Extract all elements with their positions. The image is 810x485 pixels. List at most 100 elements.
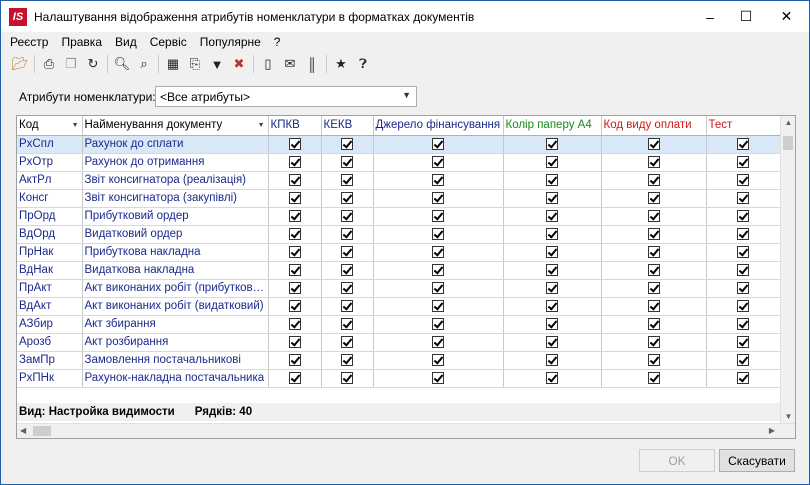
checkbox[interactable]: [647, 173, 660, 186]
help-icon[interactable]: ❓︎: [352, 53, 374, 75]
checkbox[interactable]: [288, 371, 301, 384]
column-header[interactable]: Колір паперу А4: [503, 116, 602, 136]
checkbox[interactable]: [432, 335, 444, 348]
scroll-down-icon[interactable]: ▼: [781, 412, 796, 421]
checkbox[interactable]: [546, 191, 558, 204]
checkbox[interactable]: [546, 263, 558, 276]
horizontal-scroll-thumb[interactable]: [33, 426, 51, 436]
column-header[interactable]: КЕКВ: [321, 116, 374, 136]
checkbox[interactable]: [647, 155, 660, 168]
cell-document-name[interactable]: Звіт консигнатора (закупівлі): [82, 189, 269, 208]
cell-code[interactable]: ЗамПр: [17, 351, 83, 370]
minimize-button[interactable]: –: [692, 1, 728, 32]
cell-code[interactable]: ВдНак: [17, 261, 83, 280]
checkbox[interactable]: [432, 137, 444, 150]
checkbox[interactable]: [341, 173, 353, 186]
cell-document-name[interactable]: Рахунок до отримання: [82, 153, 269, 172]
checkbox[interactable]: [288, 317, 301, 330]
table-row[interactable]: ВдОрд Видатковий ордер: [17, 225, 781, 244]
checkbox[interactable]: [341, 353, 353, 366]
table-row[interactable]: ВдАкт Акт виконаних робіт (видатковий): [17, 297, 781, 316]
checkbox[interactable]: [432, 299, 444, 312]
checkbox[interactable]: [432, 245, 444, 258]
checkbox[interactable]: [432, 173, 444, 186]
cell-document-name[interactable]: Прибутковий ордер: [82, 207, 269, 226]
checkbox[interactable]: [737, 209, 749, 222]
cell-code[interactable]: АЗбир: [17, 315, 83, 334]
checkbox[interactable]: [647, 245, 660, 258]
checkbox[interactable]: [432, 371, 444, 384]
checkbox[interactable]: [288, 137, 301, 150]
maximize-button[interactable]: ☐: [728, 1, 764, 32]
checkbox[interactable]: [546, 155, 558, 168]
mail-icon[interactable]: ✉: [279, 53, 301, 75]
checkbox[interactable]: [432, 191, 444, 204]
checkbox[interactable]: [546, 209, 558, 222]
barcode-icon[interactable]: ║: [301, 53, 323, 75]
checkbox[interactable]: [341, 299, 353, 312]
column-header[interactable]: КПКВ: [268, 116, 322, 136]
checkbox[interactable]: [288, 155, 301, 168]
menu-popular[interactable]: Популярне: [200, 35, 261, 49]
checkbox[interactable]: [737, 227, 749, 240]
column-header[interactable]: Код виду оплати: [601, 116, 707, 136]
sort-arrow-icon[interactable]: ▼: [258, 122, 265, 129]
table-row[interactable]: Консг Звіт консигнатора (закупівлі): [17, 189, 781, 208]
checkbox[interactable]: [647, 209, 660, 222]
checkbox[interactable]: [737, 317, 749, 330]
cell-document-name[interactable]: Звіт консигнатора (реалізація): [82, 171, 269, 190]
open-icon[interactable]: 📂︎: [9, 53, 31, 75]
menu-registry[interactable]: Реєстр: [10, 35, 48, 49]
table-icon[interactable]: ▦: [162, 53, 184, 75]
cell-code[interactable]: ПрОрд: [17, 207, 83, 226]
checkbox[interactable]: [737, 281, 749, 294]
find-icon[interactable]: 🔍︎: [111, 53, 133, 75]
checkbox[interactable]: [288, 227, 301, 240]
checkbox[interactable]: [737, 137, 749, 150]
checkbox[interactable]: [341, 137, 353, 150]
checkbox[interactable]: [647, 281, 660, 294]
checkbox[interactable]: [546, 137, 558, 150]
table-row[interactable]: ПрАкт Акт виконаних робіт (прибуткови...: [17, 279, 781, 298]
table-row[interactable]: РхПНк Рахунок-накладна постачальника: [17, 369, 781, 388]
checkbox[interactable]: [341, 155, 353, 168]
cell-document-name[interactable]: Рахунок-накладна постачальника: [82, 369, 269, 388]
checkbox[interactable]: [341, 335, 353, 348]
cell-code[interactable]: РхСпл: [17, 135, 83, 154]
checkbox[interactable]: [647, 317, 660, 330]
checkbox[interactable]: [341, 371, 353, 384]
close-button[interactable]: ✕: [764, 1, 809, 32]
checkbox[interactable]: [288, 173, 301, 186]
cell-code[interactable]: Консг: [17, 189, 83, 208]
table-row[interactable]: ЗамПр Замовлення постачальникові: [17, 351, 781, 370]
cell-code[interactable]: ПрАкт: [17, 279, 83, 298]
table-row[interactable]: АЗбир Акт збирання: [17, 315, 781, 334]
cell-code[interactable]: ВдОрд: [17, 225, 83, 244]
checkbox[interactable]: [737, 263, 749, 276]
checkbox[interactable]: [341, 263, 353, 276]
checkbox[interactable]: [432, 263, 444, 276]
filter-icon[interactable]: ▼: [206, 53, 228, 75]
checkbox[interactable]: [737, 245, 749, 258]
checkbox[interactable]: [546, 335, 558, 348]
checkbox[interactable]: [647, 335, 660, 348]
checkbox[interactable]: [432, 281, 444, 294]
checkbox[interactable]: [288, 209, 301, 222]
checkbox[interactable]: [647, 299, 660, 312]
checkbox[interactable]: [432, 155, 444, 168]
page-icon[interactable]: ▯: [257, 53, 279, 75]
cancel-button[interactable]: Скасувати: [719, 449, 795, 472]
cell-code[interactable]: РхПНк: [17, 369, 83, 388]
column-header[interactable]: Код ▼: [17, 116, 83, 136]
checkbox[interactable]: [737, 371, 749, 384]
ok-button[interactable]: OK: [639, 449, 715, 472]
attribute-filter-select[interactable]: <Все атрибуты> ▼: [155, 86, 417, 107]
checkbox[interactable]: [647, 263, 660, 276]
horizontal-scrollbar[interactable]: ◀ ▶: [17, 423, 795, 438]
checkbox[interactable]: [737, 335, 749, 348]
checkbox[interactable]: [546, 353, 558, 366]
checkbox[interactable]: [647, 137, 660, 150]
checkbox[interactable]: [432, 317, 444, 330]
table-row[interactable]: ВдНак Видаткова накладна: [17, 261, 781, 280]
favorite-icon[interactable]: ★: [330, 53, 352, 75]
